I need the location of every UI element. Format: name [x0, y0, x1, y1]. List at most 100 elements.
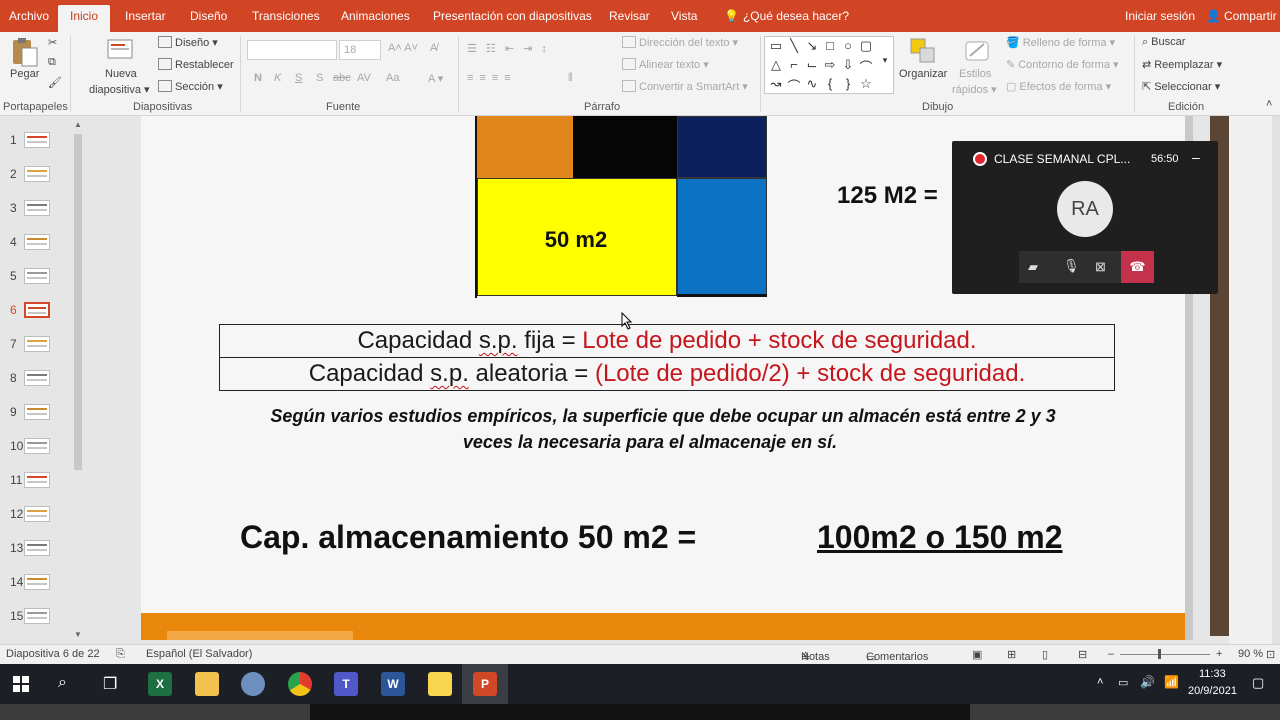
- arc-shape-icon[interactable]: ⌒: [785, 76, 803, 95]
- down-arrow-shape-icon[interactable]: ⇩: [839, 57, 857, 73]
- search-icon[interactable]: ⌕: [58, 674, 67, 692]
- layout-button[interactable]: Diseño ▾: [158, 36, 218, 49]
- minimize-icon[interactable]: –: [1192, 149, 1200, 165]
- elbow-shape-icon[interactable]: ⌐: [785, 57, 803, 72]
- sign-in-link[interactable]: Iniciar sesión: [1125, 9, 1195, 23]
- powerpoint-active-bg[interactable]: P: [462, 664, 508, 704]
- file-explorer-icon[interactable]: [195, 672, 219, 696]
- slide-thumbnail[interactable]: [24, 132, 50, 148]
- font-color-icon[interactable]: A ▾: [428, 72, 443, 85]
- slide-thumbnail[interactable]: [24, 472, 50, 488]
- slide-thumbnail[interactable]: [24, 506, 50, 522]
- cut-icon[interactable]: ✂: [48, 36, 57, 49]
- slide-thumbnail[interactable]: [24, 268, 50, 284]
- quick-styles-button-2[interactable]: rápidos ▾: [952, 83, 997, 96]
- select-button[interactable]: ⇱ Seleccionar ▾: [1142, 80, 1220, 93]
- windows-start-icon[interactable]: [13, 676, 29, 695]
- tab-inicio[interactable]: Inicio: [58, 5, 111, 32]
- volume-icon[interactable]: 🔊: [1140, 675, 1155, 689]
- list-icons[interactable]: ☰ ☷ ⇤ ⇥ ↕: [467, 42, 550, 55]
- right-scrollbar[interactable]: [1272, 116, 1280, 644]
- shape-outline-button[interactable]: ✎ Contorno de forma ▾: [1006, 58, 1119, 71]
- share-button[interactable]: 👤 Compartir: [1206, 9, 1277, 23]
- zoom-out-icon[interactable]: –: [1108, 648, 1114, 660]
- brace-shape-icon[interactable]: {: [821, 76, 839, 91]
- thumbnail-scrollbar[interactable]: ▲ ▼: [72, 120, 84, 640]
- wave-shape-icon[interactable]: ∿: [803, 76, 821, 92]
- slide-thumbnail[interactable]: [24, 166, 50, 182]
- ellipse-shape-icon[interactable]: ○: [839, 38, 857, 53]
- notification-icon[interactable]: ▢: [1252, 675, 1264, 691]
- slide-thumbnail[interactable]: [24, 404, 50, 420]
- tab-diseno[interactable]: Diseño: [190, 9, 227, 23]
- microphone-icon[interactable]: 🎙: [1063, 258, 1080, 274]
- shapes-gallery[interactable]: ▭ ╲ ↘ □ ○ ▢ △ ⌐ ⌙ ⇨ ⇩ ⌒ ↝ ⌒ ∿ { } ☆ ▾: [764, 36, 894, 94]
- zoom-slider[interactable]: [1120, 654, 1210, 655]
- camera-off-icon[interactable]: ▰: [1028, 259, 1038, 275]
- paste-button[interactable]: Pegar: [10, 68, 39, 80]
- align-icons[interactable]: ≡≡≡≡: [467, 72, 517, 84]
- right-arrow-shape-icon[interactable]: ⇨: [821, 57, 839, 73]
- tab-vista[interactable]: Vista: [671, 9, 697, 23]
- slide-thumbnail[interactable]: [24, 302, 50, 318]
- format-painter-icon[interactable]: 🖌: [48, 76, 62, 89]
- slide-thumbnail[interactable]: [24, 574, 50, 590]
- columns-icon[interactable]: ⫴: [568, 72, 573, 85]
- font-size-field[interactable]: 18: [339, 40, 381, 60]
- tab-transiciones[interactable]: Transiciones: [252, 9, 320, 23]
- triangle-shape-icon[interactable]: △: [767, 57, 785, 73]
- case-button[interactable]: Aa: [386, 72, 399, 84]
- curve2-shape-icon[interactable]: ↝: [767, 76, 785, 92]
- scroll-thumb[interactable]: [74, 134, 82, 470]
- brace2-shape-icon[interactable]: }: [839, 76, 857, 91]
- gallery-more-icon[interactable]: ▾: [876, 55, 894, 66]
- video-call-window[interactable]: CLASE SEMANAL CPL... 56:50 – RA ▰ 🎙 ⊠ ☎: [952, 141, 1218, 294]
- zoom-in-icon[interactable]: +: [1216, 648, 1222, 660]
- strike-button[interactable]: abc: [333, 72, 351, 84]
- hang-up-icon[interactable]: ☎: [1121, 251, 1154, 283]
- slide-thumbnail[interactable]: [24, 234, 50, 250]
- tell-me-box[interactable]: 💡 ¿Qué desea hacer?: [724, 9, 849, 23]
- reset-button[interactable]: Restablecer: [158, 58, 234, 71]
- language-label[interactable]: Español (El Salvador): [146, 648, 252, 660]
- replace-button[interactable]: ⇄ Reemplazar ▾: [1142, 58, 1222, 71]
- zoom-slider-thumb[interactable]: [1158, 649, 1161, 659]
- slide-thumbnail[interactable]: [24, 608, 50, 624]
- rounded-rect-shape-icon[interactable]: ▢: [857, 38, 875, 54]
- text-direction-button[interactable]: Dirección del texto ▾: [622, 36, 738, 49]
- new-slide-label-2[interactable]: diapositiva ▾: [89, 83, 150, 96]
- curve-shape-icon[interactable]: ⌒: [857, 57, 875, 76]
- italic-button[interactable]: K: [274, 72, 281, 84]
- star-shape-icon[interactable]: ☆: [857, 76, 875, 92]
- task-view-icon[interactable]: ❐: [103, 674, 117, 694]
- paste-icon[interactable]: [10, 36, 40, 67]
- slide-thumbnail[interactable]: [24, 370, 50, 386]
- reading-view-icon[interactable]: ▯: [1042, 648, 1048, 661]
- clock-date[interactable]: 20/9/2021: [1188, 685, 1237, 697]
- tab-revisar[interactable]: Revisar: [609, 9, 650, 23]
- collapse-ribbon-icon[interactable]: ˄: [1266, 98, 1272, 110]
- tab-insertar[interactable]: Insertar: [125, 9, 166, 23]
- slideshow-view-icon[interactable]: ⊟: [1078, 648, 1087, 661]
- shadow-button[interactable]: S: [316, 72, 323, 84]
- battery-icon[interactable]: ▭: [1118, 676, 1128, 689]
- slide-thumbnail[interactable]: [24, 200, 50, 216]
- underline-button[interactable]: S: [295, 72, 302, 84]
- rect-shape-icon[interactable]: □: [821, 38, 839, 53]
- app-icon[interactable]: [241, 672, 265, 696]
- slide-thumbnail[interactable]: [24, 336, 50, 352]
- elbow2-shape-icon[interactable]: ⌙: [803, 57, 821, 73]
- smartart-button[interactable]: Convertir a SmartArt ▾: [622, 80, 748, 93]
- excel-icon[interactable]: X: [148, 672, 172, 696]
- normal-view-icon[interactable]: ▣: [972, 648, 982, 661]
- arrow-line-shape-icon[interactable]: ↘: [803, 38, 821, 54]
- tray-chevron-icon[interactable]: ˄: [1097, 676, 1103, 688]
- slide-thumbnail[interactable]: [24, 540, 50, 556]
- arrange-icon[interactable]: [908, 36, 938, 66]
- tab-archivo[interactable]: Archivo: [9, 9, 49, 23]
- shape-fill-button[interactable]: 🪣 Relleno de forma ▾: [1006, 36, 1115, 49]
- grow-font-icon[interactable]: A˄ A˅: [388, 42, 418, 54]
- copy-icon[interactable]: ⧉: [48, 56, 56, 69]
- slide-thumbnail[interactable]: [24, 438, 50, 454]
- find-button[interactable]: ⌕ Buscar: [1142, 36, 1185, 49]
